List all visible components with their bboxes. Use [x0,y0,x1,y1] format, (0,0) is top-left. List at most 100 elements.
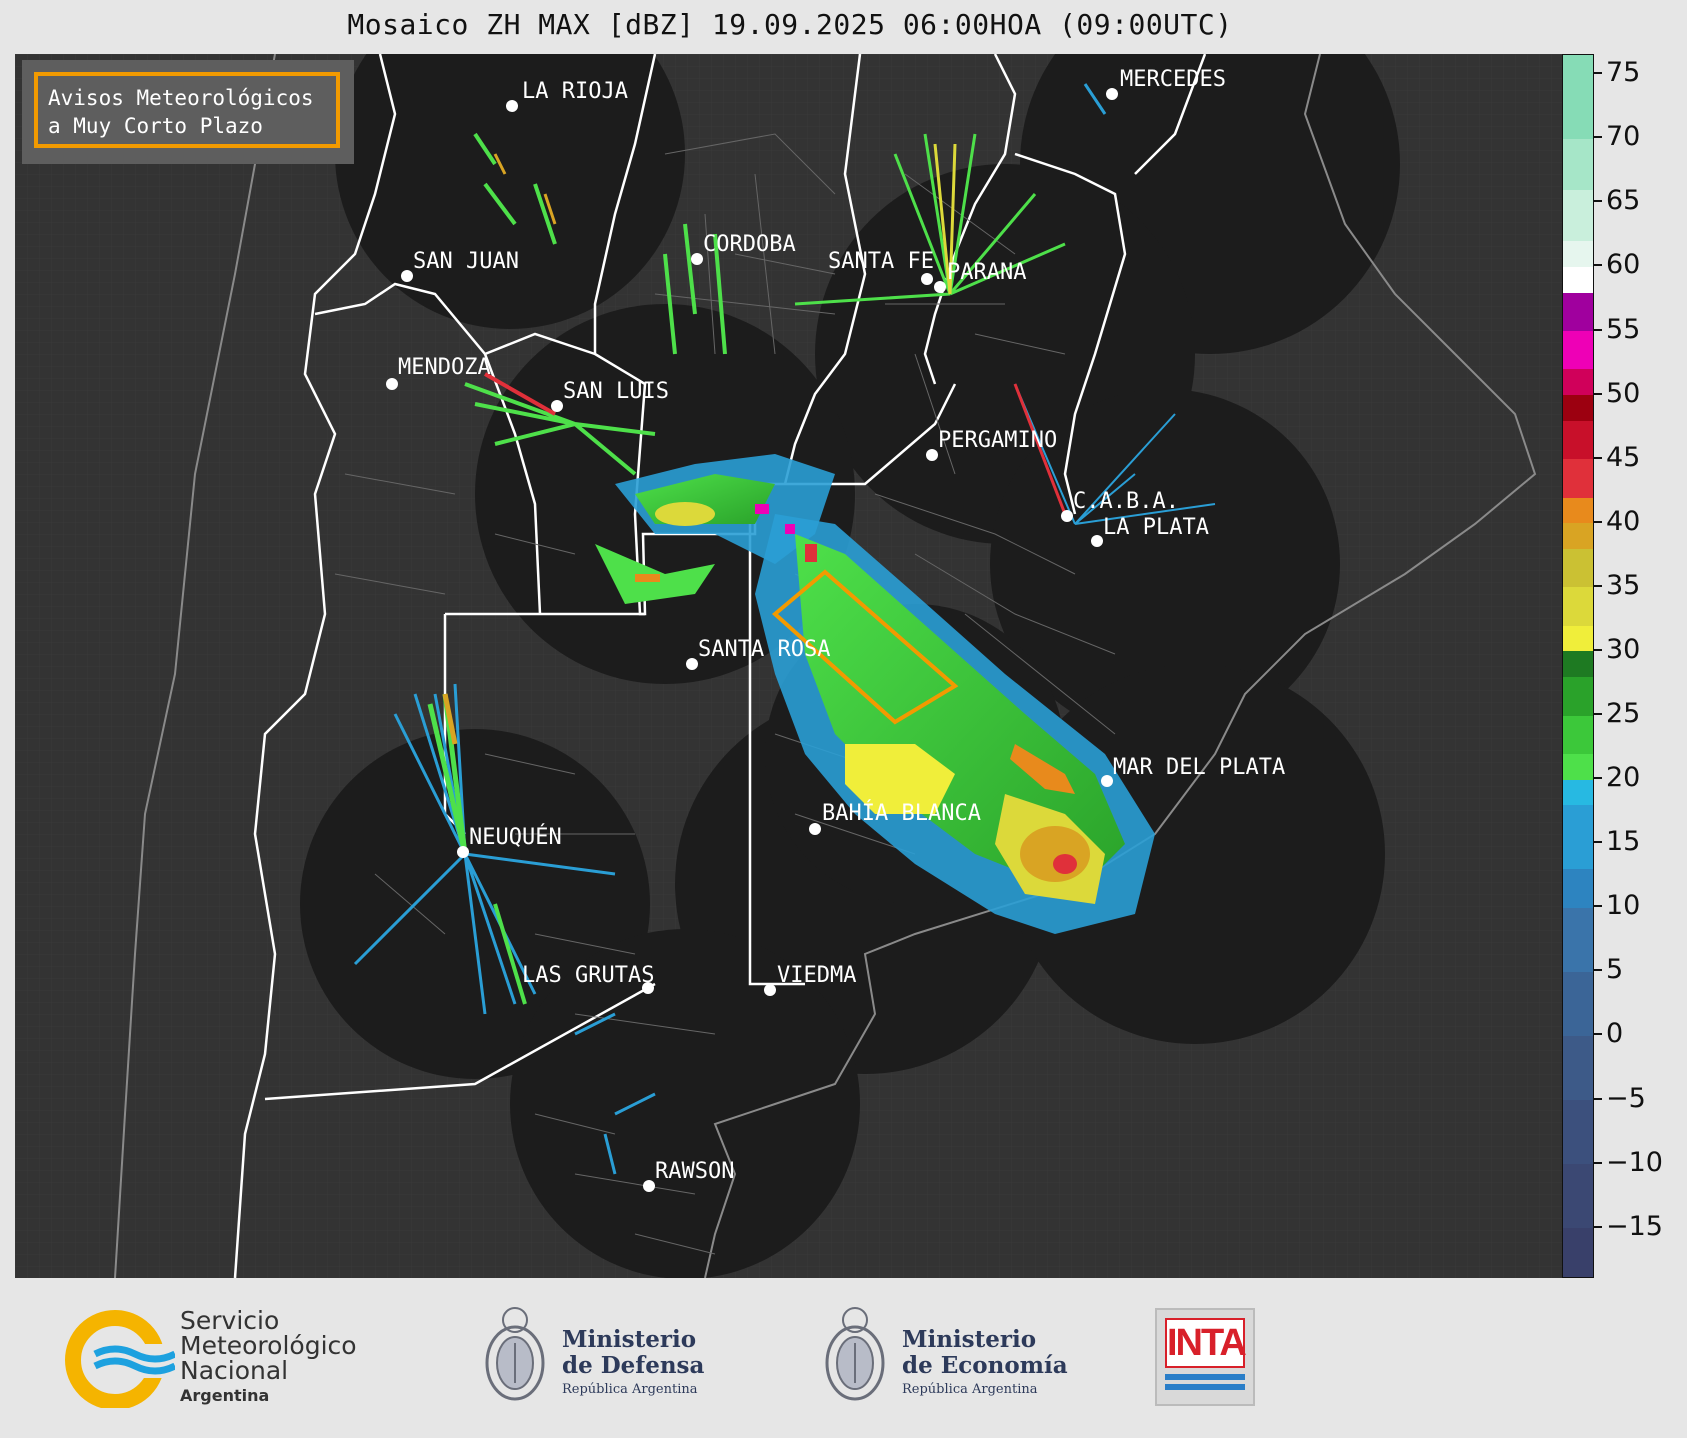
city-label-rawson: RAWSON [655,1159,734,1184]
colorbar-band [1563,1099,1593,1165]
economia-logo: Ministerio de Economía República Argenti… [820,1298,1080,1418]
colorbar-band [1563,676,1593,716]
defensa-line2: de Defensa [562,1352,705,1379]
smn-line3: Nacional [180,1356,289,1385]
colorbar-tick-label: 40 [1606,505,1641,537]
city-label-san-luis: SAN LUIS [563,379,669,404]
defensa-logo: Ministerio de Defensa República Argentin… [480,1298,740,1418]
economia-line3: República Argentina [902,1382,1038,1397]
colorbar-tick [1594,520,1602,523]
colorbar-tick [1594,392,1602,395]
warning-legend-line1: Avisos Meteorológicos [48,86,314,110]
inta-logo: INTA [1155,1308,1255,1406]
colorbar-tick-label: 25 [1606,698,1641,730]
colorbar-band [1563,138,1593,191]
colorbar-band [1563,804,1593,870]
colorbar-tick [1594,713,1602,716]
city-label-viedma: VIEDMA [777,963,856,988]
colorbar-tick-label: 20 [1606,762,1641,794]
colorbar-tick-label: 5 [1606,954,1624,986]
colorbar-tick-label: 45 [1606,441,1641,473]
colorbar-band [1563,369,1593,396]
colorbar-tick-label: −5 [1606,1082,1646,1114]
colorbar-tick [1594,905,1602,908]
warning-legend-line2: a Muy Corto Plazo [48,114,263,138]
city-label-san-juan: SAN JUAN [413,249,519,274]
colorbar-band [1563,586,1593,626]
smn-logo: Servicio Meteorológico Nacional Argentin… [65,1308,395,1418]
colorbar-band [1563,189,1593,242]
city-label-santa-fe: SANTA FE [828,249,934,274]
colorbar-tick [1594,777,1602,780]
colorbar-band [1563,715,1593,754]
colorbar-tick [1594,841,1602,844]
colorbar-tick [1594,264,1602,267]
colorbar-tick [1594,456,1602,459]
economia-line2: de Economía [902,1352,1068,1379]
colorbar-band [1563,1035,1593,1101]
radar-map[interactable]: LA RIOJA MERCEDES SAN JUAN CORDOBA SANTA… [15,54,1562,1278]
colorbar-tick [1594,328,1602,331]
warning-legend-box: Avisos Meteorológicos a Muy Corto Plazo [22,60,354,164]
colorbar-tick-label: 15 [1606,826,1641,858]
colorbar-tick-label: 75 [1606,57,1641,89]
colorbar-band [1563,650,1593,678]
colorbar-tick [1594,1097,1602,1100]
colorbar-tick-label: 60 [1606,249,1641,281]
smn-line4: Argentina [180,1386,270,1405]
coat-of-arms-icon [825,1307,885,1401]
smn-line2: Meteorológico [180,1331,357,1360]
colorbar-tick [1594,969,1602,972]
colorbar-tick [1594,584,1602,587]
page-title: Mosaico ZH MAX [dBZ] 19.09.2025 06:00HOA… [347,8,1233,41]
city-label-parana: PARANA [947,260,1026,285]
warning-legend-frame: Avisos Meteorológicos a Muy Corto Plazo [34,72,340,148]
colorbar [1562,54,1594,1278]
colorbar-tick [1594,1033,1602,1036]
smn-emblem-icon [65,1310,175,1408]
inta-stripe-1 [1165,1374,1245,1380]
colorbar-band [1563,330,1593,370]
city-label-la-plata: LA PLATA [1103,515,1209,540]
colorbar-band [1563,497,1593,524]
economia-line1: Ministerio [902,1326,1037,1353]
city-label-mercedes: MERCEDES [1120,67,1226,92]
city-label-bahia-blanca: BAHÍA BLANCA [822,800,981,826]
colorbar-tick-label: −10 [1606,1146,1663,1178]
colorbar-tick-label: −15 [1606,1210,1663,1242]
city-label-mar-del-plata: MAR DEL PLATA [1113,755,1285,780]
colorbar-tick-label: 55 [1606,313,1641,345]
city-label-las-grutas: LAS GRUTAS [522,963,654,988]
colorbar-band [1563,266,1593,293]
colorbar-tick [1594,1161,1602,1164]
colorbar-band [1563,868,1593,908]
coat-of-arms-icon [485,1307,545,1401]
inta-stripe-2 [1165,1384,1245,1390]
colorbar-band [1563,753,1593,780]
colorbar-band [1563,1227,1593,1277]
city-label-mendoza: MENDOZA [398,355,491,380]
colorbar-band [1563,779,1593,806]
city-label-pergamino: PERGAMINO [938,428,1057,453]
colorbar-band [1563,625,1593,652]
colorbar-tick [1594,1225,1602,1228]
colorbar-tick [1594,200,1602,203]
colorbar-band [1563,1163,1593,1229]
defensa-line1: Ministerio [562,1326,697,1353]
colorbar-band [1563,971,1593,1036]
colorbar-tick-label: 50 [1606,377,1641,409]
city-label-neuquen: NEUQUÉN [469,824,562,850]
city-label-santa-rosa: SANTA ROSA [698,637,830,662]
colorbar-tick-label: 70 [1606,121,1641,153]
colorbar-tick [1594,136,1602,139]
colorbar-band [1563,458,1593,498]
colorbar-band [1563,394,1593,421]
colorbar-tick-label: 30 [1606,633,1641,665]
city-label-la-rioja: LA RIOJA [522,79,628,104]
colorbar-tick-label: 65 [1606,185,1641,217]
defensa-line3: República Argentina [562,1382,698,1397]
colorbar-band [1563,522,1593,549]
colorbar-band [1563,907,1593,972]
city-label-caba: C.A.B.A. [1073,489,1179,514]
map-canvas: LA RIOJA MERCEDES SAN JUAN CORDOBA SANTA… [15,54,1562,1278]
